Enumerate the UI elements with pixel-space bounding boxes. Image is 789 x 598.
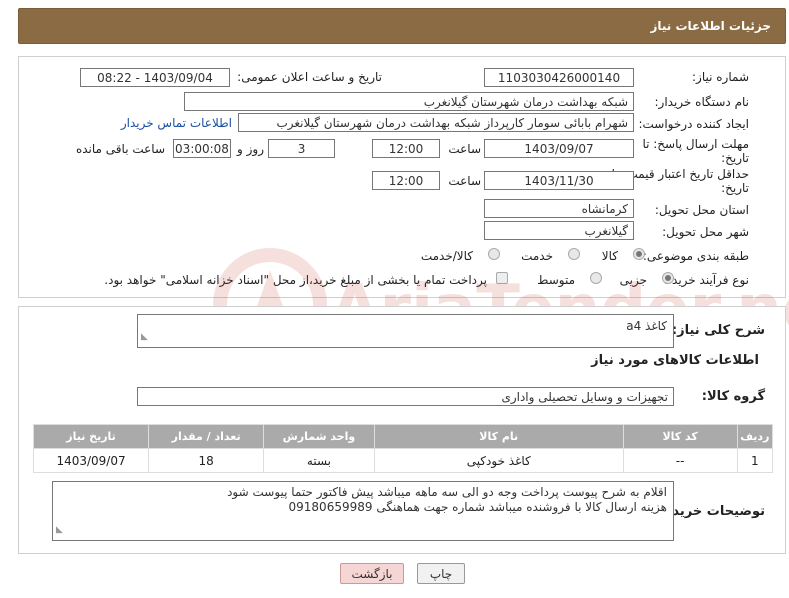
description-label: شرح کلی نیاز: [671,323,765,338]
reply-deadline-time-field[interactable]: 12:00 [372,139,440,158]
city-field[interactable]: گیلانغرب [484,221,634,240]
goods-section-title: اطلاعات کالاهای مورد نیاز [591,353,759,368]
goods-group-field[interactable]: تجهیزات و وسایل تحصیلی واداری [137,387,674,406]
category-radio-goods[interactable] [633,248,645,260]
back-button[interactable]: بازگشت [340,563,404,584]
buyer-org-label: نام دستگاه خریدار: [654,95,750,109]
category-radio-goods-service[interactable] [488,248,500,260]
city-label: شهر محل تحویل: [662,225,749,239]
resize-handle-icon[interactable]: ◢ [56,523,63,538]
treasury-payment-checkbox[interactable] [496,272,508,284]
description-field[interactable]: کاغذ a4 ◢ [137,314,674,348]
remaining-days-label: روز و [237,142,264,156]
price-validity-date-field[interactable]: 1403/11/30 [484,171,634,190]
cell-date: 1403/09/07 [32,448,150,473]
col-unit: واحد شمارش [263,424,375,449]
col-date: تاریخ نیاز [32,424,150,449]
purchase-type-option-minor: جزیی [619,273,647,287]
requester-field[interactable]: شهرام بابائی سومار کارپرداز شبکه بهداشت … [238,113,634,132]
announce-datetime-field[interactable]: 1403/09/04 - 08:22 [80,68,230,87]
col-row: ردیف [736,424,774,449]
buyer-contact-link[interactable]: اطلاعات تماس خریدار [121,116,232,130]
resize-handle-icon[interactable]: ◢ [141,330,148,345]
buyer-org-field[interactable]: شبکه بهداشت درمان شهرستان گیلانغرب [184,92,634,111]
requester-label: ایجاد کننده درخواست: [638,117,749,131]
cell-name: کاغذ خودکپی [373,448,624,473]
remaining-time-label: ساعت باقی مانده [75,142,165,156]
cell-unit: بسته [263,448,375,473]
price-validity-label-2: تاریخ: [721,181,749,195]
province-field[interactable]: کرمانشاه [484,199,634,218]
buyer-notes-field[interactable]: اقلام به شرح پیوست پرداخت وجه دو الی سه … [52,481,674,541]
page: جزئیات اطلاعات نیاز شماره نیاز: 11030304… [0,0,789,598]
page-header: جزئیات اطلاعات نیاز [18,8,786,44]
col-code: کد کالا [622,424,738,449]
buyer-notes-line-2: هزینه ارسال کالا با فروشنده میباشد شماره… [288,500,667,514]
description-text: کاغذ a4 [626,319,667,333]
category-label: طبقه بندی موضوعی: [642,249,749,263]
goods-table: ردیف کد کالا نام کالا واحد شمارش تعداد /… [32,424,774,473]
reply-deadline-label: مهلت ارسال پاسخ: تا [642,137,749,151]
purchase-type-radio-minor[interactable] [662,272,674,284]
goods-group-label: گروه کالا: [701,389,765,404]
print-button[interactable]: چاپ [417,563,465,584]
reply-deadline-label-2: تاریخ: [721,151,749,165]
cell-qty: 18 [148,448,265,473]
category-radio-service[interactable] [568,248,580,260]
price-validity-time-label: ساعت [448,174,481,188]
buyer-notes-line-1: اقلام به شرح پیوست پرداخت وجه دو الی سه … [227,485,667,499]
need-number-field[interactable]: 1103030426000140 [484,68,634,87]
category-option-service: خدمت [521,249,553,263]
announce-datetime-label: تاریخ و ساعت اعلان عمومی: [237,70,382,84]
need-number-label: شماره نیاز: [692,70,749,84]
category-option-goods: کالا [601,249,618,263]
province-label: استان محل تحویل: [654,203,749,217]
remaining-time-field[interactable]: 03:00:08 [173,139,231,158]
purchase-type-radio-medium[interactable] [590,272,602,284]
col-qty: تعداد / مقدار [148,424,265,449]
goods-table-header: ردیف کد کالا نام کالا واحد شمارش تعداد /… [32,424,774,449]
price-validity-time-field[interactable]: 12:00 [372,171,440,190]
reply-deadline-date-field[interactable]: 1403/09/07 [484,139,634,158]
purchase-type-option-medium: متوسط [537,273,575,287]
page-title: جزئیات اطلاعات نیاز [650,19,771,33]
purchase-type-label: نوع فرآیند خرید : [664,273,749,287]
treasury-payment-note: پرداخت تمام یا بخشی از مبلغ خرید،از محل … [104,273,487,287]
cell-row: 1 [736,448,774,473]
remaining-days-field[interactable]: 3 [268,139,335,158]
table-row[interactable]: 1 -- کاغذ خودکپی بسته 18 1403/09/07 [32,448,774,473]
category-option-goods-service: کالا/خدمت [420,249,473,263]
reply-deadline-time-label: ساعت [448,142,481,156]
col-name: نام کالا [373,424,624,449]
cell-code: -- [622,448,738,473]
